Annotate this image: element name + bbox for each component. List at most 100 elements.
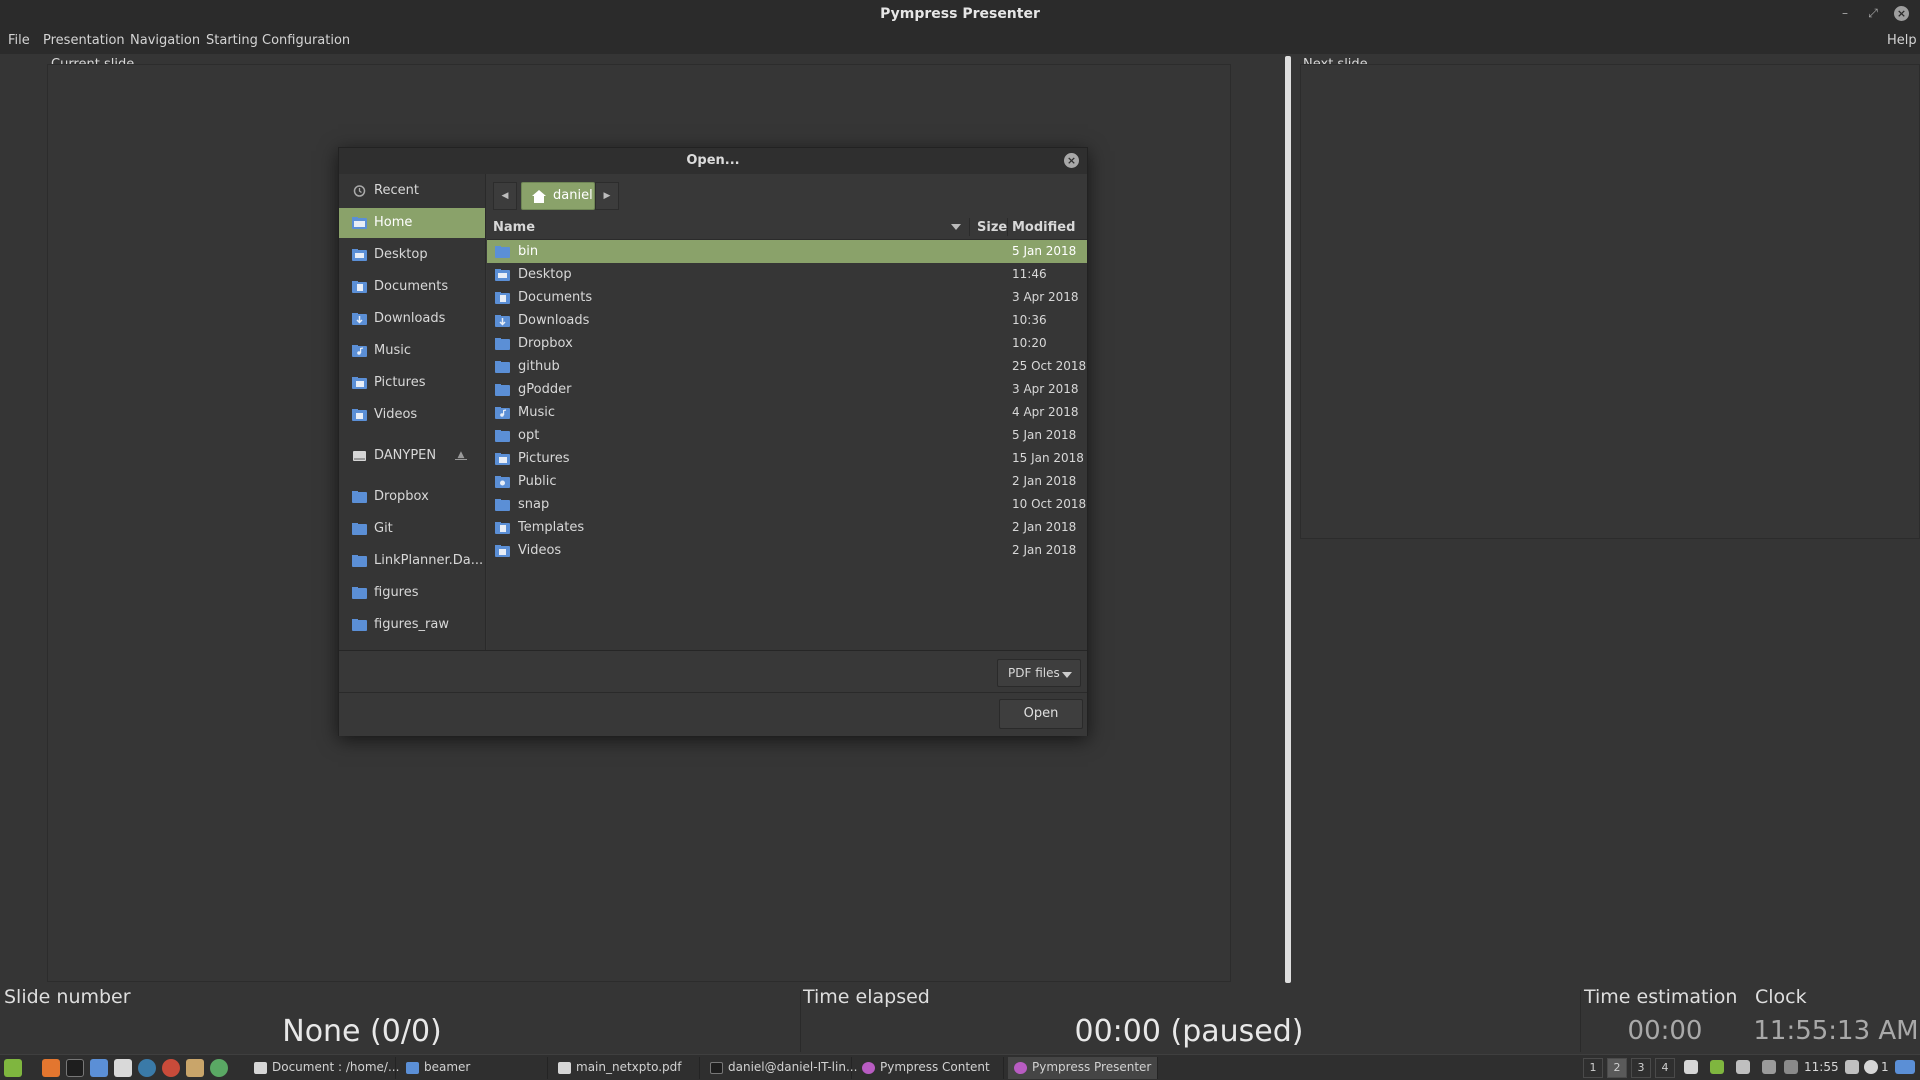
menu-starting-configuration[interactable]: Starting Configuration	[206, 33, 350, 48]
file-modified: 3 Apr 2018	[1012, 382, 1079, 396]
workspace-4[interactable]: 4	[1655, 1058, 1675, 1078]
editor-icon[interactable]	[186, 1059, 204, 1077]
column-name[interactable]: Name	[493, 220, 535, 235]
volume-icon[interactable]	[1845, 1060, 1859, 1074]
file-row[interactable]: opt 5 Jan 2018	[487, 424, 1087, 447]
time-elapsed-label: Time elapsed	[803, 986, 930, 1008]
place-figures-raw[interactable]: figures_raw	[339, 610, 485, 640]
file-modified: 10:20	[1012, 336, 1047, 350]
task-document[interactable]: Document : /home/...	[248, 1057, 400, 1079]
notification-icon[interactable]	[1864, 1060, 1878, 1074]
mint-menu-icon[interactable]	[4, 1059, 22, 1077]
place-danypen[interactable]: DANYPEN ▲	[339, 441, 485, 471]
menu-presentation[interactable]: Presentation	[43, 33, 125, 48]
menu-navigation[interactable]: Navigation	[130, 33, 200, 48]
documents-folder-icon	[495, 292, 510, 304]
place-pictures[interactable]: Pictures	[339, 368, 485, 398]
pympress-icon	[862, 1062, 875, 1074]
file-row[interactable]: gPodder 3 Apr 2018	[487, 378, 1087, 401]
place-videos[interactable]: Videos	[339, 400, 485, 430]
terminal-icon[interactable]	[66, 1059, 84, 1077]
show-desktop-icon[interactable]	[1895, 1060, 1915, 1074]
file-name: Templates	[518, 520, 585, 535]
firefox-icon[interactable]	[42, 1059, 60, 1077]
task-pdf[interactable]: main_netxpto.pdf	[552, 1057, 700, 1079]
path-forward-icon[interactable]: ▶	[595, 182, 619, 210]
files-icon[interactable]	[90, 1059, 108, 1077]
workspace-3[interactable]: 3	[1631, 1058, 1651, 1078]
file-row[interactable]: Desktop 11:46	[487, 263, 1087, 286]
pictures-folder-icon	[495, 453, 510, 465]
taskbar-clock[interactable]: 11:55	[1804, 1060, 1839, 1074]
file-row[interactable]: Templates 2 Jan 2018	[487, 516, 1087, 539]
clipboard-icon[interactable]	[1784, 1060, 1798, 1074]
file-modified: 2 Jan 2018	[1012, 520, 1077, 534]
path-back-icon[interactable]: ◀	[493, 182, 517, 210]
dialog-close-icon[interactable]: ×	[1064, 153, 1079, 168]
place-git[interactable]: Git	[339, 514, 485, 544]
task-label: main_netxpto.pdf	[576, 1060, 682, 1074]
place-documents[interactable]: Documents	[339, 272, 485, 302]
task-label: beamer	[424, 1060, 471, 1074]
place-home[interactable]: Home	[339, 208, 485, 238]
path-home-button[interactable]: daniel	[521, 182, 595, 210]
column-size[interactable]: Size	[977, 220, 1007, 235]
shield-icon[interactable]	[1710, 1060, 1724, 1074]
place-music[interactable]: Music	[339, 336, 485, 366]
task-pympress-presenter[interactable]: Pympress Presenter	[1008, 1057, 1158, 1079]
place-label: Downloads	[374, 311, 446, 326]
file-row[interactable]: Videos 2 Jan 2018	[487, 539, 1087, 562]
task-label: Document : /home/...	[272, 1060, 400, 1074]
place-linkplanner[interactable]: LinkPlanner.Da...	[339, 546, 485, 576]
dropbox-icon[interactable]	[1684, 1060, 1698, 1074]
minimize-icon[interactable]: –	[1838, 6, 1852, 20]
place-recent[interactable]: Recent	[339, 176, 485, 206]
time-estimation-value[interactable]: 00:00	[1580, 1016, 1750, 1046]
maximize-icon[interactable]: ⤢	[1866, 6, 1880, 20]
documents-folder-icon	[352, 281, 367, 293]
open-button[interactable]: Open	[999, 699, 1083, 729]
file-type-filter-label: PDF files	[1008, 666, 1060, 680]
place-dropbox[interactable]: Dropbox	[339, 482, 485, 512]
menu-file[interactable]: File	[8, 33, 30, 48]
pictures-folder-icon	[352, 377, 367, 389]
recent-icon	[353, 185, 366, 197]
tex-editor-icon[interactable]	[114, 1059, 132, 1077]
file-row[interactable]: github 25 Oct 2018	[487, 355, 1087, 378]
task-beamer[interactable]: beamer	[400, 1057, 548, 1079]
file-row[interactable]: bin 5 Jan 2018	[487, 240, 1087, 263]
pane-splitter[interactable]	[1285, 56, 1291, 983]
file-type-filter[interactable]: PDF files	[997, 659, 1081, 687]
app-icon[interactable]	[138, 1059, 156, 1077]
chat-icon[interactable]	[1736, 1060, 1750, 1074]
close-icon[interactable]: ×	[1894, 6, 1909, 21]
place-desktop[interactable]: Desktop	[339, 240, 485, 270]
network-icon[interactable]	[1762, 1060, 1776, 1074]
file-row[interactable]: Documents 3 Apr 2018	[487, 286, 1087, 309]
column-modified[interactable]: Modified	[1012, 220, 1075, 235]
file-modified: 2 Jan 2018	[1012, 543, 1077, 557]
file-row[interactable]: Pictures 15 Jan 2018	[487, 447, 1087, 470]
file-modified: 10:36	[1012, 313, 1047, 327]
workspace-2[interactable]: 2	[1607, 1058, 1627, 1078]
file-row[interactable]: Public 2 Jan 2018	[487, 470, 1087, 493]
file-row[interactable]: Dropbox 10:20	[487, 332, 1087, 355]
task-terminal[interactable]: daniel@daniel-IT-lin...	[704, 1057, 857, 1079]
place-downloads[interactable]: Downloads	[339, 304, 485, 334]
workspace-1[interactable]: 1	[1583, 1058, 1603, 1078]
file-row[interactable]: snap 10 Oct 2018	[487, 493, 1087, 516]
settings-icon[interactable]	[162, 1059, 180, 1077]
place-label: Dropbox	[374, 489, 429, 504]
file-row[interactable]: Music 4 Apr 2018	[487, 401, 1087, 424]
task-pympress-content[interactable]: Pympress Content	[856, 1057, 1004, 1079]
menu-help[interactable]: Help	[1887, 33, 1917, 48]
templates-folder-icon	[495, 522, 510, 534]
file-modified: 10 Oct 2018	[1012, 497, 1087, 511]
place-figures[interactable]: figures	[339, 578, 485, 608]
browser-icon[interactable]	[210, 1059, 228, 1077]
time-elapsed-value[interactable]: 00:00 (paused)	[800, 1014, 1578, 1049]
file-row[interactable]: Downloads 10:36	[487, 309, 1087, 332]
eject-icon[interactable]: ▲	[455, 451, 467, 460]
file-modified: 11:46	[1012, 267, 1047, 281]
slide-number-label: Slide number	[4, 986, 131, 1008]
